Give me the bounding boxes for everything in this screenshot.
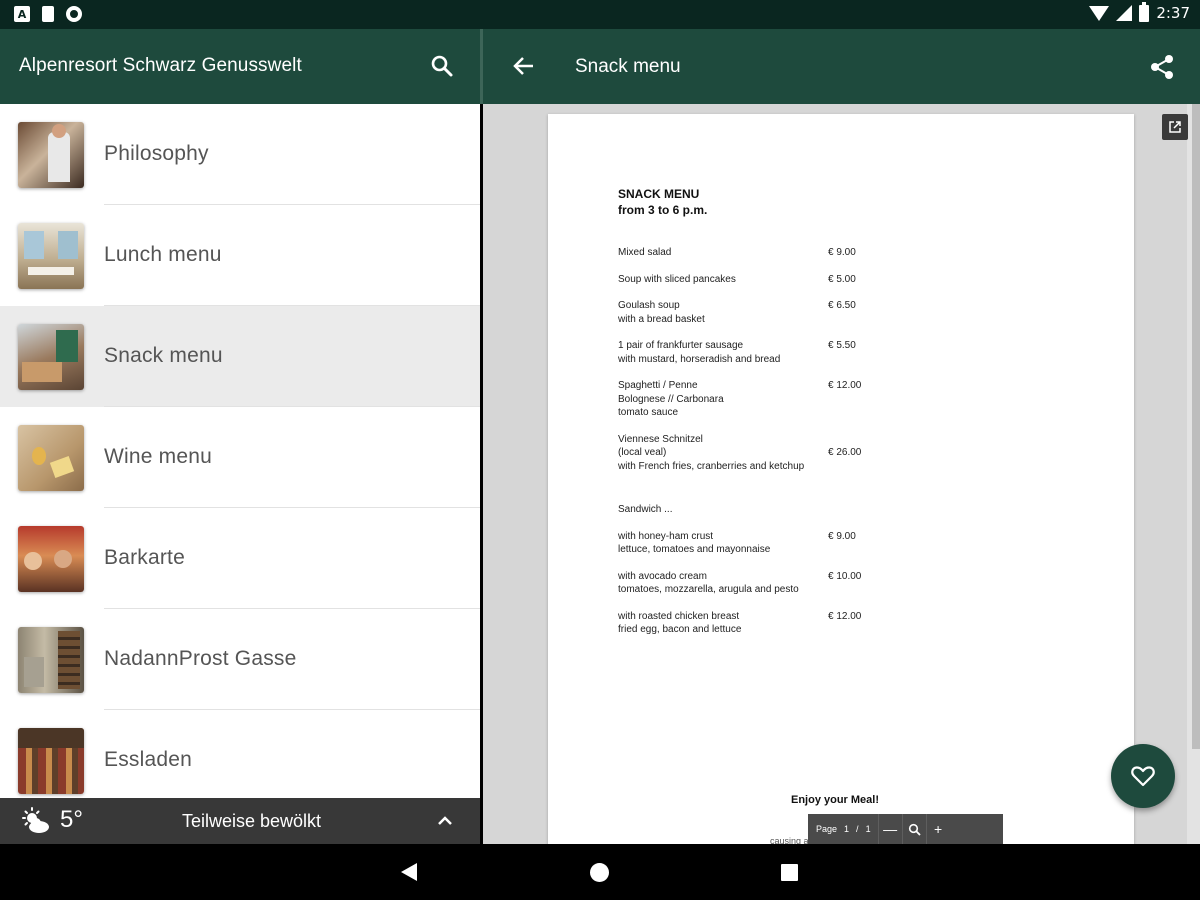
menu-item: Goulash soup with a bread basket € 6.50: [618, 300, 856, 325]
zoom-in-button[interactable]: +: [925, 814, 950, 844]
thumbnail-image: [18, 324, 84, 390]
pdf-viewer[interactable]: SNACK MENU from 3 to 6 p.m. Mixed salad …: [483, 104, 1200, 844]
left-app-bar: Alpenresort Schwarz Genusswelt: [0, 29, 480, 104]
price: € 6.50: [828, 300, 856, 311]
list-item-wine-menu[interactable]: Wine menu: [0, 407, 480, 508]
heart-icon: [1131, 766, 1155, 787]
page-label: Page: [816, 824, 838, 834]
menu-item: Mixed salad € 9.00: [618, 247, 856, 258]
list-item-nadannprost-gasse[interactable]: NadannProst Gasse: [0, 609, 480, 710]
menu-item: 1 pair of frankfurter sausage with musta…: [618, 340, 856, 365]
list-item-label: Philosophy: [104, 142, 209, 165]
list-item-philosophy[interactable]: Philosophy: [0, 104, 480, 205]
chevron-up-icon[interactable]: [437, 814, 453, 826]
menu-document: SNACK MENU from 3 to 6 p.m. Mixed salad …: [618, 186, 878, 650]
list-item-label: Essladen: [104, 748, 192, 771]
list-item-essladen[interactable]: Essladen: [0, 710, 480, 798]
current-page[interactable]: 1: [844, 824, 849, 834]
thumbnail-image: [18, 627, 84, 693]
pdf-toolbar: Page 1 / 1 — +: [808, 814, 1003, 844]
weather-condition: Teilweise bewölkt: [182, 811, 322, 831]
nav-back-icon[interactable]: [401, 863, 417, 881]
zoom-button[interactable]: [901, 814, 926, 844]
sandwich-heading: Sandwich ...: [618, 504, 673, 515]
price: € 5.00: [828, 273, 856, 285]
sd-card-icon: [42, 6, 54, 22]
arrow-back-icon: [513, 57, 533, 75]
favorite-button[interactable]: [1111, 744, 1175, 808]
price: € 12.00: [828, 610, 862, 622]
list-item-label: Snack menu: [104, 344, 223, 367]
thumbnail-image: [18, 425, 84, 491]
menu-item: with roasted chicken breast fried egg, b…: [618, 610, 862, 636]
circle-icon: [66, 6, 82, 22]
page-title: Snack menu: [575, 56, 681, 77]
search-icon: [431, 55, 453, 77]
right-app-bar: Snack menu: [483, 29, 1200, 104]
nav-home-icon[interactable]: [590, 863, 609, 882]
doc-footer: Enjoy your Meal!: [791, 794, 880, 806]
pdf-page: SNACK MENU from 3 to 6 p.m. Mixed salad …: [548, 114, 1134, 844]
wifi-icon: [1089, 5, 1110, 21]
search-button[interactable]: [428, 52, 456, 80]
list-item-lunch-menu[interactable]: Lunch menu: [0, 205, 480, 306]
status-bar: A 2:37: [0, 0, 1200, 29]
list-item-label: NadannProst Gasse: [104, 647, 297, 670]
price: € 5.50: [828, 340, 856, 351]
partly-cloudy-icon: [22, 807, 49, 833]
status-time: 2:37: [1156, 4, 1190, 22]
nav-recents-icon[interactable]: [781, 864, 798, 881]
a-icon: A: [14, 6, 30, 22]
list-item-snack-menu[interactable]: Snack menu: [0, 306, 480, 407]
navigation-bar: [0, 844, 1200, 900]
thumbnail-image: [18, 122, 84, 188]
menu-item: Spaghetti / Penne Bolognese // Carbonara…: [618, 380, 862, 418]
open-external-icon: [1169, 121, 1181, 133]
price: € 12.00: [828, 380, 862, 391]
weather-bar[interactable]: 5° Teilweise bewölkt: [0, 798, 480, 844]
back-button[interactable]: [511, 53, 537, 79]
list-item-label: Lunch menu: [104, 243, 222, 266]
popout-button[interactable]: [1162, 114, 1188, 140]
signal-icon: [1116, 5, 1133, 21]
zoom-out-button[interactable]: —: [877, 814, 902, 844]
list-item-barkarte[interactable]: Barkarte: [0, 508, 480, 609]
battery-icon: [1139, 1, 1150, 22]
price: € 9.00: [828, 530, 856, 542]
menu-item: Viennese Schnitzel (local veal) with Fre…: [618, 433, 862, 472]
menu-list: Philosophy Lunch menu Snack menu Wine me…: [0, 104, 480, 798]
temperature: 5°: [60, 806, 83, 833]
menu-item: with avocado cream tomatoes, mozzarella,…: [618, 570, 862, 596]
thumbnail-image: [18, 223, 84, 289]
doc-subheading: from 3 to 6 p.m.: [618, 203, 708, 217]
thumbnail-image: [18, 526, 84, 592]
share-button[interactable]: [1148, 53, 1176, 81]
scrollbar-thumb[interactable]: [1192, 104, 1200, 749]
total-pages: 1: [865, 824, 871, 834]
magnifier-icon: [908, 823, 921, 836]
doc-heading: SNACK MENU: [618, 187, 700, 201]
menu-item: with honey-ham crust lettuce, tomatoes a…: [618, 530, 856, 556]
app-title: Alpenresort Schwarz Genusswelt: [19, 55, 302, 76]
list-item-label: Barkarte: [104, 546, 185, 569]
menu-item: Soup with sliced pancakes € 5.00: [618, 273, 856, 285]
price: € 9.00: [828, 247, 856, 258]
list-item-label: Wine menu: [104, 445, 213, 468]
price: € 26.00: [828, 447, 862, 458]
price: € 10.00: [828, 570, 862, 582]
page-separator: /: [856, 824, 859, 834]
share-icon: [1151, 55, 1173, 79]
thumbnail-image: [18, 728, 84, 794]
